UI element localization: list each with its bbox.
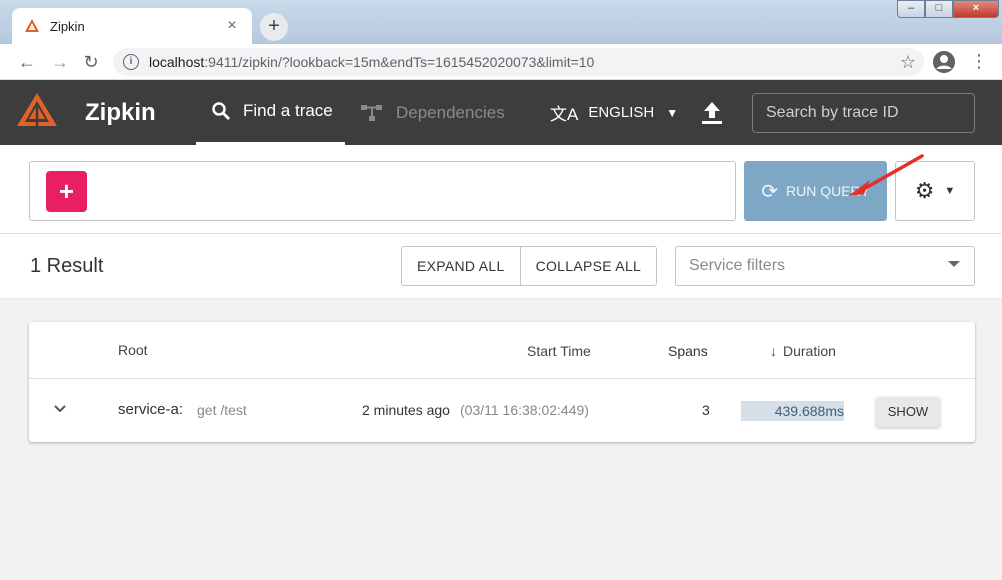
- column-duration-label: Duration: [783, 343, 836, 359]
- close-window-button[interactable]: ×: [953, 0, 999, 18]
- new-tab-button[interactable]: +: [260, 13, 288, 41]
- dependencies-icon: [361, 104, 382, 121]
- browser-tabstrip: Zipkin × + – □ ×: [0, 0, 1002, 44]
- column-duration[interactable]: ↓ Duration: [770, 343, 836, 359]
- address-bar: ← → ↻ i localhost:9411/zipkin/?lookback=…: [0, 44, 1002, 80]
- back-arrow-icon[interactable]: ←: [16, 51, 38, 73]
- chevron-down-icon: ▼: [666, 105, 679, 120]
- url-text[interactable]: localhost:9411/zipkin/?lookback=15m&endT…: [149, 54, 900, 70]
- tab-dependencies[interactable]: Dependencies: [360, 80, 505, 145]
- collapse-all-button[interactable]: COLLAPSE ALL: [521, 247, 657, 285]
- search-criteria-field[interactable]: +: [29, 161, 736, 221]
- minimize-button[interactable]: –: [897, 0, 925, 18]
- browser-tab[interactable]: Zipkin ×: [12, 8, 252, 44]
- refresh-icon: ⟳: [761, 180, 778, 203]
- url-host: localhost: [149, 54, 205, 70]
- column-start-time[interactable]: Start Time: [527, 343, 591, 359]
- url-field[interactable]: i localhost:9411/zipkin/?lookback=15m&en…: [113, 48, 924, 76]
- tab-title: Zipkin: [50, 18, 85, 34]
- app-brand: Zipkin: [85, 99, 156, 126]
- zipkin-logo-icon: [17, 93, 57, 132]
- results-table: Root Start Time Spans ↓ Duration service-…: [29, 322, 975, 442]
- tab-dependencies-label: Dependencies: [396, 102, 505, 122]
- search-icon: [212, 102, 230, 120]
- start-time-absolute: (03/11 16:38:02:449): [460, 402, 589, 418]
- site-info-icon[interactable]: i: [123, 54, 139, 70]
- root-service-name: service-a:: [118, 401, 184, 418]
- profile-avatar-icon[interactable]: [933, 51, 955, 73]
- tab-close-icon[interactable]: ×: [222, 18, 242, 34]
- language-label: ENGLISH: [588, 104, 655, 121]
- service-filters-placeholder: Service filters: [689, 257, 786, 274]
- result-count: 1 Result: [30, 255, 104, 277]
- table-header: Root Start Time Spans ↓ Duration: [29, 322, 975, 379]
- expand-all-button[interactable]: EXPAND ALL: [402, 247, 521, 285]
- start-time-relative: 2 minutes ago: [362, 402, 450, 418]
- chevron-down-icon: ▼: [944, 185, 956, 197]
- annotation-arrow-icon: [848, 154, 924, 196]
- forward-arrow-icon[interactable]: →: [49, 51, 71, 73]
- zipkin-favicon-icon: [25, 19, 39, 32]
- sort-arrow-down-icon: ↓: [770, 343, 777, 359]
- add-criteria-button[interactable]: +: [46, 171, 87, 212]
- results-header: 1 Result EXPAND ALL COLLAPSE ALL Service…: [0, 234, 1002, 299]
- column-spans[interactable]: Spans: [668, 343, 708, 359]
- translate-icon: 文A: [550, 105, 579, 124]
- duration-value: 439.688ms: [774, 403, 844, 419]
- app-header: Zipkin Find a trace Dependencies 文A ENGL…: [0, 80, 1002, 145]
- expand-row-chevron-icon[interactable]: [53, 401, 67, 417]
- service-filters-select[interactable]: Service filters: [675, 246, 975, 286]
- reload-icon[interactable]: ↻: [80, 51, 102, 73]
- bookmark-star-icon[interactable]: ☆: [900, 52, 916, 73]
- span-count: 3: [702, 402, 710, 418]
- upload-icon[interactable]: [700, 100, 724, 126]
- language-selector[interactable]: 文A ENGLISH ▼: [550, 80, 678, 145]
- trace-id-search-input[interactable]: [752, 93, 975, 133]
- show-trace-button[interactable]: SHOW: [876, 397, 940, 427]
- browser-menu-icon[interactable]: ⋮: [970, 50, 988, 72]
- expand-collapse-group: EXPAND ALL COLLAPSE ALL: [401, 246, 658, 286]
- column-root[interactable]: Root: [118, 342, 148, 358]
- dropdown-caret-icon: [948, 261, 960, 267]
- root-operation-name: get /test: [197, 402, 247, 418]
- url-path: :9411/zipkin/?lookback=15m&endTs=1615452…: [204, 54, 595, 70]
- tab-find-trace[interactable]: Find a trace: [196, 80, 345, 145]
- table-row[interactable]: service-a: get /test 2 minutes ago (03/1…: [29, 379, 975, 442]
- maximize-button[interactable]: □: [925, 0, 953, 18]
- tab-find-trace-label: Find a trace: [243, 101, 333, 120]
